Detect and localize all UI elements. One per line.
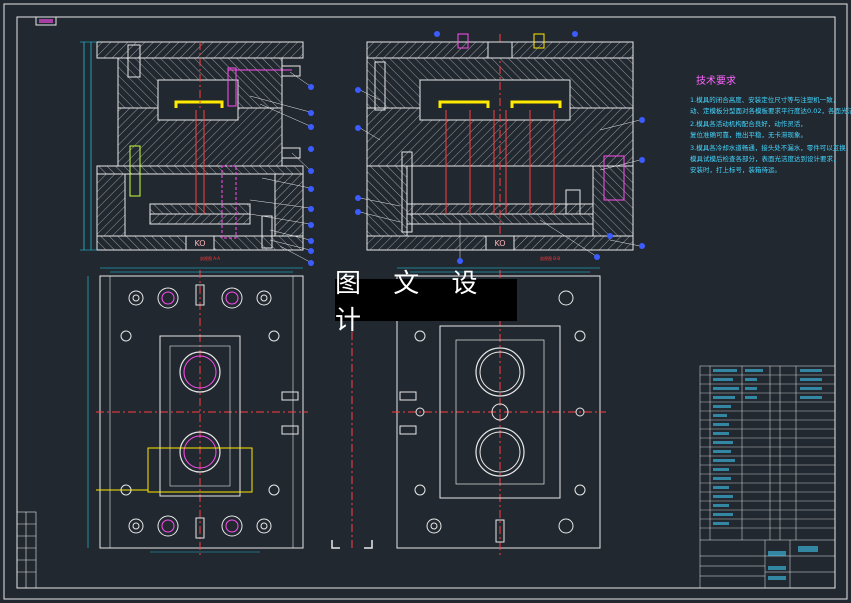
watermark-label: 图 文 设 计	[335, 269, 517, 336]
tech-requirement-line: 2.模具各活动机构配合良好，动作灵活，	[690, 120, 807, 128]
tech-requirement-line: 模具试模后检查各部分，表面光洁度达到设计要求，	[690, 155, 840, 163]
svg-text:剖视图 B-B: 剖视图 B-B	[540, 255, 560, 261]
tech-requirements-title: 技术要求	[696, 76, 736, 87]
tech-requirement-line: 1.模具的闭合高度、安装定位尺寸等与注塑机一致，	[690, 96, 840, 104]
tech-requirement-line: 安装时，打上标号，装箱待运。	[690, 166, 781, 174]
tech-requirement-line: 动、定模板分型面对各模板要求平行度达0.02，各面光洁度要求。	[690, 107, 851, 115]
tech-requirement-line: 复位准确可靠，推出平稳，无卡滞现象。	[690, 131, 807, 139]
drawing-sheet: KO 剖视图 A-A KO 剖视图 B-B 图 文 设 计 技术要求 1.模具的…	[0, 0, 851, 603]
bom-text-marks	[713, 369, 822, 580]
section-view-left: KO 剖视图 A-A	[80, 41, 314, 266]
plan-view-left	[87, 267, 308, 555]
ko-label-right: KO	[494, 239, 505, 248]
revision-strip	[16, 511, 37, 589]
svg-text:剖视图 A-A: 剖视图 A-A	[200, 255, 220, 261]
section-view-right: KO 剖视图 B-B	[355, 31, 645, 264]
ko-label-left: KO	[194, 239, 205, 248]
tech-requirement-line: 3.模具各冷却水道畅通，接头处不漏水，零件可以互换，	[690, 144, 851, 152]
